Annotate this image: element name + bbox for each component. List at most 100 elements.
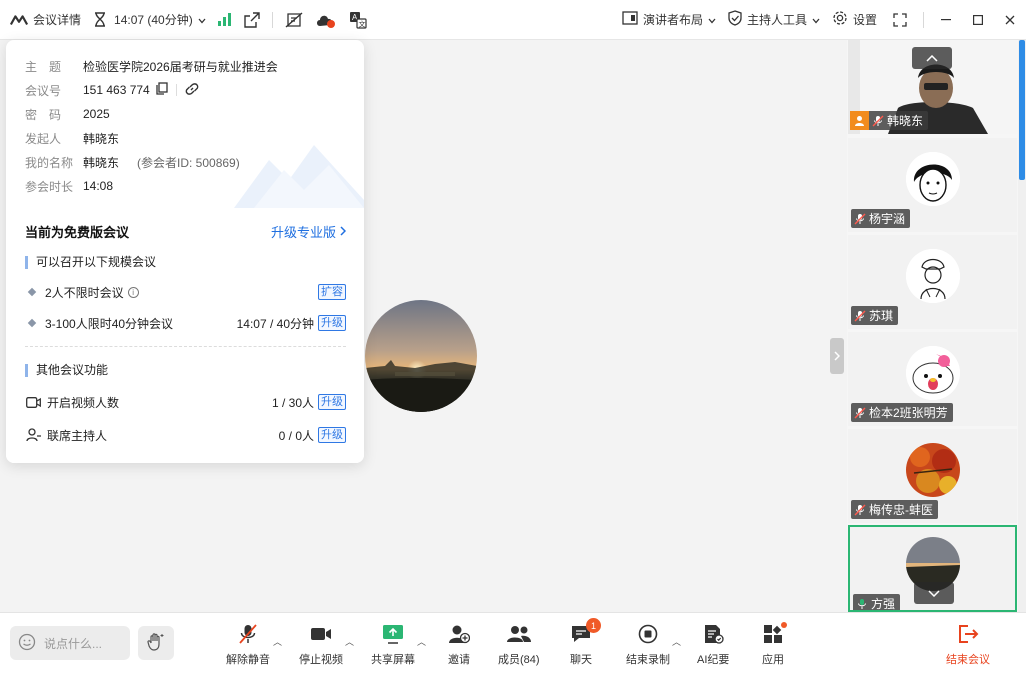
chevron-down-icon [198, 13, 206, 27]
co-host-icon [25, 428, 41, 442]
scale-item: 3-100人限时40分钟会议 14:07 / 40分钟 升级 [25, 313, 346, 333]
maximize-icon[interactable] [962, 0, 994, 40]
expand-tag[interactable]: 扩容 [318, 284, 346, 300]
layout-icon [622, 11, 638, 28]
plan-section: 当前为免费版会议 升级专业版 可以召开以下规模会议 2人不限时会议 i 扩容 3… [6, 208, 364, 463]
end-recording-button[interactable]: 结束录制 [626, 623, 670, 667]
chat-button[interactable]: 1 聊天 [570, 618, 601, 667]
host-tools-dropdown[interactable]: 主持人工具 [722, 0, 826, 40]
chat-placeholder: 说点什么... [44, 636, 103, 651]
topic-row: 主 题 检验医学院2026届考研与就业推进会 [25, 59, 278, 74]
plan-title: 当前为免费版会议 [25, 225, 130, 240]
stop-record-icon [638, 623, 658, 645]
chat-icon: 1 [570, 618, 601, 645]
collapse-panel-button[interactable] [830, 338, 844, 374]
hand-icon [147, 632, 165, 655]
speaker-layout-dropdown[interactable]: 演讲者布局 [616, 0, 722, 40]
participant-name-tag: 检本2班张明芳 [851, 403, 953, 422]
translate-icon[interactable]: A文 [343, 0, 373, 40]
other-section-title: 其他会议功能 [25, 364, 108, 377]
members-icon [506, 623, 531, 645]
chevron-up-icon [926, 54, 938, 62]
participant-avatar [906, 346, 960, 400]
ai-notes-icon [702, 623, 724, 645]
my-name-row: 我的名称 韩晓东 (参会者ID: 500869) [25, 155, 240, 170]
cloud-record-icon[interactable] [309, 0, 343, 40]
members-button[interactable]: 成员(84) [498, 623, 540, 667]
settings-button[interactable]: 设置 [826, 0, 883, 40]
stop-video-button[interactable]: 停止视频 [299, 623, 343, 667]
host-icon [850, 111, 869, 130]
share-screen-icon [382, 623, 404, 645]
share-link-icon[interactable] [238, 0, 266, 40]
gear-icon [832, 10, 848, 29]
watermark-off-icon[interactable] [279, 0, 309, 40]
info-icon[interactable]: i [127, 286, 139, 298]
link-icon[interactable] [185, 82, 199, 99]
chevron-down-icon [708, 13, 716, 27]
password-row: 密 码 2025 [25, 107, 110, 122]
video-icon [25, 395, 41, 409]
chevron-down-icon [812, 13, 820, 27]
feature-item: 联席主持人 0 / 0人 升级 [25, 425, 346, 445]
participant-tile[interactable]: 韩晓东 [848, 40, 1017, 134]
mic-off-icon [854, 504, 866, 516]
participant-avatar [906, 152, 960, 206]
fullscreen-icon[interactable] [883, 0, 917, 40]
upgrade-tag[interactable]: 升级 [318, 427, 346, 443]
chevron-up-icon[interactable]: ︿ [273, 635, 282, 648]
mic-off-icon [854, 213, 866, 225]
signal-icon[interactable] [212, 0, 238, 40]
participant-tile[interactable]: 苏琪 [848, 235, 1017, 329]
participant-tile[interactable]: 杨宇涵 [848, 138, 1017, 232]
raise-hand-button[interactable] [138, 626, 174, 660]
participant-avatar [906, 443, 960, 497]
chevron-up-icon[interactable]: ︿ [672, 635, 681, 648]
upgrade-tag[interactable]: 升级 [318, 394, 346, 410]
meeting-info-rows: 主 题 检验医学院2026届考研与就业推进会 会议号 151 463 774 密… [25, 54, 278, 198]
participant-tile[interactable]: 检本2班张明芳 [848, 332, 1017, 426]
ai-minutes-button[interactable]: AI纪要 [697, 623, 729, 667]
emoji-icon[interactable] [18, 633, 36, 654]
meeting-info-popover: 主 题 检验医学院2026届考研与就业推进会 会议号 151 463 774 密… [6, 40, 364, 463]
timer-dropdown[interactable]: 14:07 (40分钟) [87, 0, 212, 40]
chat-unread-badge: 1 [586, 618, 601, 633]
participant-tile-active[interactable]: 方强 [848, 525, 1017, 612]
mic-off-icon [237, 623, 259, 645]
apps-notification-dot [781, 622, 787, 628]
quick-chat-input[interactable]: 说点什么... [10, 626, 130, 660]
apps-button[interactable]: 应用 [762, 622, 787, 667]
upgrade-pro-link[interactable]: 升级专业版 [271, 222, 347, 241]
chevron-right-icon [834, 351, 840, 361]
scroll-down-button[interactable] [914, 582, 954, 604]
scale-item: 2人不限时会议 i 扩容 [25, 282, 346, 302]
chevron-down-icon [928, 589, 940, 597]
video-camera-icon [310, 623, 332, 645]
chevron-right-icon [340, 224, 347, 239]
close-icon[interactable] [994, 0, 1026, 40]
logo-icon [10, 11, 28, 29]
chevron-up-icon[interactable]: ︿ [345, 635, 354, 648]
minimize-icon[interactable] [930, 0, 962, 40]
exit-icon [957, 623, 979, 645]
panel-scrollbar[interactable] [1018, 40, 1026, 612]
scrollbar-thumb[interactable] [1019, 40, 1025, 180]
add-user-icon [448, 623, 470, 645]
upgrade-tag[interactable]: 升级 [318, 315, 346, 331]
bottom-toolbar: 说点什么... 解除静音 ︿ 停止视频 ︿ 共享屏幕 ︿ 邀请 成员(84) 1… [0, 612, 1026, 673]
meeting-id-row: 会议号 151 463 774 [25, 78, 278, 102]
copy-icon[interactable] [156, 82, 168, 98]
hourglass-icon [91, 11, 109, 29]
unmute-button[interactable]: 解除静音 [226, 623, 270, 667]
participant-name-tag: 苏琪 [851, 306, 899, 325]
chevron-up-icon[interactable]: ︿ [417, 635, 426, 648]
end-meeting-button[interactable]: 结束会议 [946, 623, 990, 667]
top-bar: 会议详情 14:07 (40分钟) A文 演讲者布局 主持人工具 设置 [0, 0, 1026, 40]
scroll-up-button[interactable] [912, 47, 952, 69]
participant-name-tag: 梅传忠-蚌医 [851, 500, 938, 519]
meeting-info-button[interactable]: 会议详情 [0, 0, 87, 40]
share-screen-button[interactable]: 共享屏幕 [371, 623, 415, 667]
invite-button[interactable]: 邀请 [448, 623, 470, 667]
participant-tile[interactable]: 梅传忠-蚌医 [848, 429, 1017, 523]
mic-off-icon [854, 310, 866, 322]
